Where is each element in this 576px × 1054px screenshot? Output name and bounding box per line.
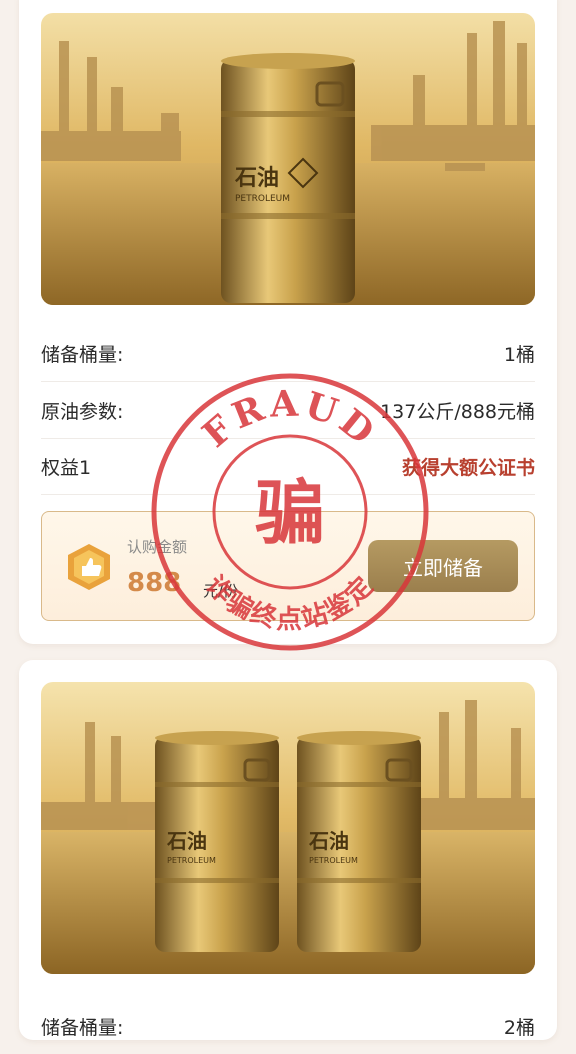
thumbs-up-badge-icon — [68, 544, 110, 590]
row-label: 储备桶量: — [41, 1016, 124, 1039]
info-row: 储备桶量: 2桶 — [41, 998, 535, 1054]
amount-value: 888 — [127, 568, 182, 598]
oil-barrel-icon: 石油 PETROLEUM — [297, 731, 421, 952]
row-label: 储备桶量: — [41, 343, 124, 366]
row-value: 获得大额公证书 — [401, 456, 535, 479]
purchase-panel: 认购金额 888 元/份 立即储备 — [41, 511, 535, 621]
product-card: 石油 PETROLEUM 石油 PETROLEUM 储备桶量: 2桶 — [19, 660, 557, 1040]
info-row: 权益1 获得大额公证书 — [41, 438, 535, 495]
row-value: 2桶 — [503, 1016, 535, 1039]
reserve-now-button[interactable]: 立即储备 — [368, 540, 518, 592]
amount-label: 认购金额 — [127, 538, 188, 556]
oil-barrel-icon: 石油 PETROLEUM — [221, 53, 355, 303]
svg-text:石油: 石油 — [166, 829, 207, 853]
row-label: 原油参数: — [41, 400, 124, 423]
row-value: 137公斤/888元桶 — [380, 400, 535, 423]
amount-unit: 元/份 — [203, 582, 239, 600]
info-row: 储备桶量: 1桶 — [41, 325, 535, 382]
svg-text:PETROLEUM: PETROLEUM — [167, 856, 216, 865]
info-row: 原油参数: 137公斤/888元桶 — [41, 382, 535, 439]
oil-barrel-icon: 石油 PETROLEUM — [155, 731, 279, 952]
product-image: 石油 PETROLEUM — [41, 13, 535, 305]
product-card: 石油 PETROLEUM 储备桶量: 1桶 原油参数: 137公斤/888元桶 … — [19, 0, 557, 644]
svg-text:石油: 石油 — [234, 166, 279, 191]
row-label: 权益1 — [41, 456, 92, 479]
product-image: 石油 PETROLEUM 石油 PETROLEUM — [41, 682, 535, 974]
svg-text:石油: 石油 — [308, 829, 349, 853]
svg-text:PETROLEUM: PETROLEUM — [235, 194, 290, 204]
svg-text:PETROLEUM: PETROLEUM — [309, 856, 358, 865]
row-value: 1桶 — [503, 343, 535, 366]
